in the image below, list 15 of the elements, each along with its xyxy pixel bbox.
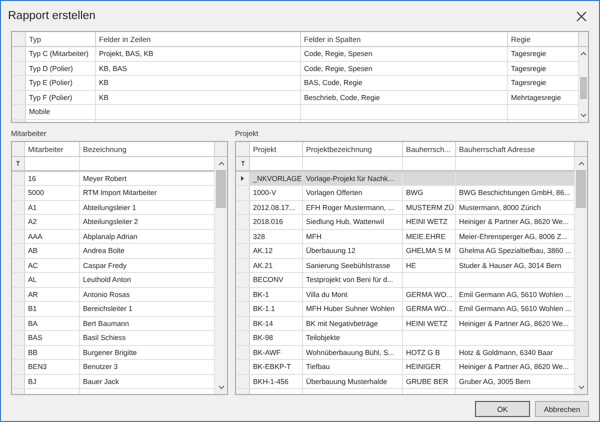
row-pointer-icon [241, 176, 244, 181]
scroll-up-icon[interactable] [578, 161, 584, 166]
row-header[interactable] [236, 172, 250, 185]
scroll-down-icon[interactable] [580, 113, 587, 118]
window-title: Rapport erstellen [8, 10, 96, 22]
scrollbar-thumb[interactable] [216, 170, 226, 208]
filter-icon [240, 160, 244, 166]
scroll-up-icon[interactable] [218, 161, 224, 166]
scroll-down-icon[interactable] [218, 385, 224, 390]
close-icon [576, 10, 586, 22]
scrollbar-thumb[interactable] [580, 77, 587, 100]
scroll-up-icon[interactable] [580, 51, 587, 56]
scrollbar-thumb[interactable] [576, 170, 586, 208]
filter-icon [16, 160, 20, 166]
scroll-down-icon[interactable] [578, 385, 584, 390]
